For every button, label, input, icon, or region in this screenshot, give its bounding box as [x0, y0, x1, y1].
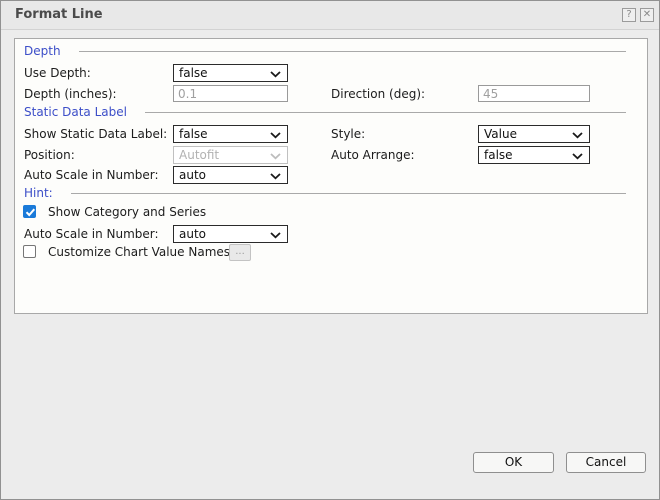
dialog-title: Format Line [15, 1, 103, 29]
show-static-data-label-value: false [179, 127, 208, 141]
section-header-static-data-label: Static Data Label [24, 105, 626, 119]
chevron-down-icon [270, 173, 281, 180]
direction-deg-label: Direction (deg): [331, 85, 425, 103]
checkmark-icon [24, 207, 37, 218]
help-button[interactable]: ? [622, 8, 636, 22]
section-title: Depth [24, 44, 61, 58]
customize-chart-value-names-checkbox[interactable] [23, 245, 36, 258]
chevron-down-icon [270, 71, 281, 78]
hint-auto-scale-select[interactable]: auto [173, 225, 288, 243]
section-title: Static Data Label [24, 105, 127, 119]
sdl-auto-scale-label: Auto Scale in Number: [24, 166, 159, 184]
chevron-down-icon [572, 132, 583, 139]
section-divider [145, 112, 626, 113]
format-options-panel: Depth Use Depth: false Depth (inches): D… [14, 38, 648, 314]
chevron-down-icon [270, 153, 281, 160]
section-divider [71, 193, 626, 194]
title-bar: Format Line ? ✕ [1, 1, 659, 30]
auto-arrange-label: Auto Arrange: [331, 146, 415, 164]
show-static-data-label-select[interactable]: false [173, 125, 288, 143]
section-header-depth: Depth [24, 44, 626, 58]
depth-inches-label: Depth (inches): [24, 85, 117, 103]
ok-button[interactable]: OK [473, 452, 554, 473]
sdl-auto-scale-select[interactable]: auto [173, 166, 288, 184]
auto-arrange-value: false [484, 148, 513, 162]
style-select[interactable]: Value [478, 125, 590, 143]
section-divider [79, 51, 626, 52]
direction-deg-input[interactable] [478, 85, 590, 102]
position-label: Position: [24, 146, 75, 164]
show-category-and-series-label: Show Category and Series [48, 203, 206, 221]
use-depth-label: Use Depth: [24, 64, 91, 82]
chevron-down-icon [270, 132, 281, 139]
auto-arrange-select[interactable]: false [478, 146, 590, 164]
close-button[interactable]: ✕ [640, 8, 654, 22]
chevron-down-icon [270, 232, 281, 239]
style-label: Style: [331, 125, 365, 143]
cancel-button[interactable]: Cancel [566, 452, 646, 473]
customize-chart-value-names-label: Customize Chart Value Names [48, 243, 230, 261]
hint-auto-scale-value: auto [179, 227, 206, 241]
style-value: Value [484, 127, 517, 141]
ellipsis-icon: ... [235, 246, 245, 257]
position-select: Autofit [173, 146, 288, 164]
sdl-auto-scale-value: auto [179, 168, 206, 182]
position-value: Autofit [179, 148, 219, 162]
chevron-down-icon [572, 153, 583, 160]
show-static-data-label-label: Show Static Data Label: [24, 125, 167, 143]
help-icon: ? [626, 9, 631, 20]
use-depth-value: false [179, 66, 208, 80]
depth-inches-input[interactable] [173, 85, 288, 102]
use-depth-select[interactable]: false [173, 64, 288, 82]
section-header-hint: Hint: [24, 186, 626, 200]
format-line-dialog: Format Line ? ✕ Depth Use Depth: false D… [0, 0, 660, 500]
customize-names-browse-button: ... [229, 244, 251, 261]
hint-auto-scale-label: Auto Scale in Number: [24, 225, 159, 243]
close-icon: ✕ [643, 9, 651, 20]
section-title: Hint: [24, 186, 53, 200]
show-category-and-series-checkbox[interactable] [23, 205, 36, 218]
